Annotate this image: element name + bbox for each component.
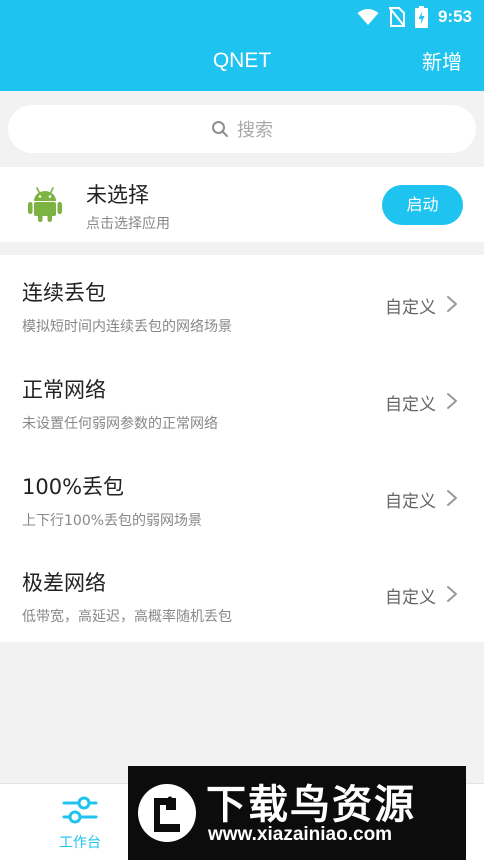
wifi-icon (357, 9, 379, 25)
tab-label: 工作台 (59, 835, 101, 851)
chevron-right-icon (447, 586, 457, 602)
customize-link[interactable]: 自定义 (385, 487, 436, 512)
profile-title: 连续丢包 (22, 281, 106, 305)
profile-description: 未设置任何弱网参数的正常网络 (22, 416, 218, 432)
android-icon (28, 187, 62, 222)
watermark-url: www.xiazainiao.com (208, 824, 393, 845)
chevron-right-icon (447, 296, 457, 312)
customize-link[interactable]: 自定义 (385, 583, 436, 608)
profile-title: 正常网络 (22, 378, 106, 402)
profile-item-continuous-loss[interactable]: 连续丢包 模拟短时间内连续丢包的网络场景 自定义 (0, 255, 484, 352)
app-bar: QNET 新增 (0, 34, 484, 91)
chevron-right-icon (447, 490, 457, 506)
sliders-icon (62, 796, 98, 824)
add-button[interactable]: 新增 (422, 34, 462, 91)
search-placeholder: 搜索 (237, 120, 273, 141)
page-title: QNET (212, 49, 272, 72)
app-selector[interactable]: 未选择 点击选择应用 启动 (0, 167, 484, 242)
battery-charging-icon (414, 6, 428, 28)
customize-link[interactable]: 自定义 (385, 390, 436, 415)
search-section: 搜索 (0, 91, 484, 167)
search-input[interactable]: 搜索 (8, 105, 476, 153)
network-profile-list: 连续丢包 模拟短时间内连续丢包的网络场景 自定义 正常网络 未设置任何弱网参数的… (0, 255, 484, 642)
tab-workbench[interactable]: 工作台 (40, 784, 120, 860)
watermark-title: 下载鸟资源 (206, 782, 416, 828)
no-sim-icon (388, 7, 405, 27)
bird-logo-icon (138, 784, 196, 842)
status-bar: 9:53 (0, 0, 484, 34)
start-button[interactable]: 启动 (382, 185, 463, 225)
profile-description: 上下行100%丢包的弱网场景 (22, 513, 203, 529)
selected-app-name: 未选择 (86, 183, 149, 207)
profile-item-normal-network[interactable]: 正常网络 未设置任何弱网参数的正常网络 自定义 (0, 352, 484, 449)
search-icon (212, 121, 228, 137)
profile-title: 100%丢包 (22, 475, 125, 499)
profile-item-very-poor-network[interactable]: 极差网络 低带宽，高延迟，高概率随机丢包 自定义 (0, 545, 484, 642)
profile-title: 极差网络 (22, 571, 106, 595)
customize-link[interactable]: 自定义 (385, 293, 436, 318)
profile-description: 模拟短时间内连续丢包的网络场景 (22, 319, 232, 335)
profile-description: 低带宽，高延迟，高概率随机丢包 (22, 609, 232, 625)
status-time: 9:53 (437, 7, 472, 26)
selected-app-hint: 点击选择应用 (86, 216, 170, 232)
chevron-right-icon (447, 393, 457, 409)
profile-item-full-loss[interactable]: 100%丢包 上下行100%丢包的弱网场景 自定义 (0, 449, 484, 546)
watermark-banner: 下载鸟资源 www.xiazainiao.com (128, 766, 466, 860)
